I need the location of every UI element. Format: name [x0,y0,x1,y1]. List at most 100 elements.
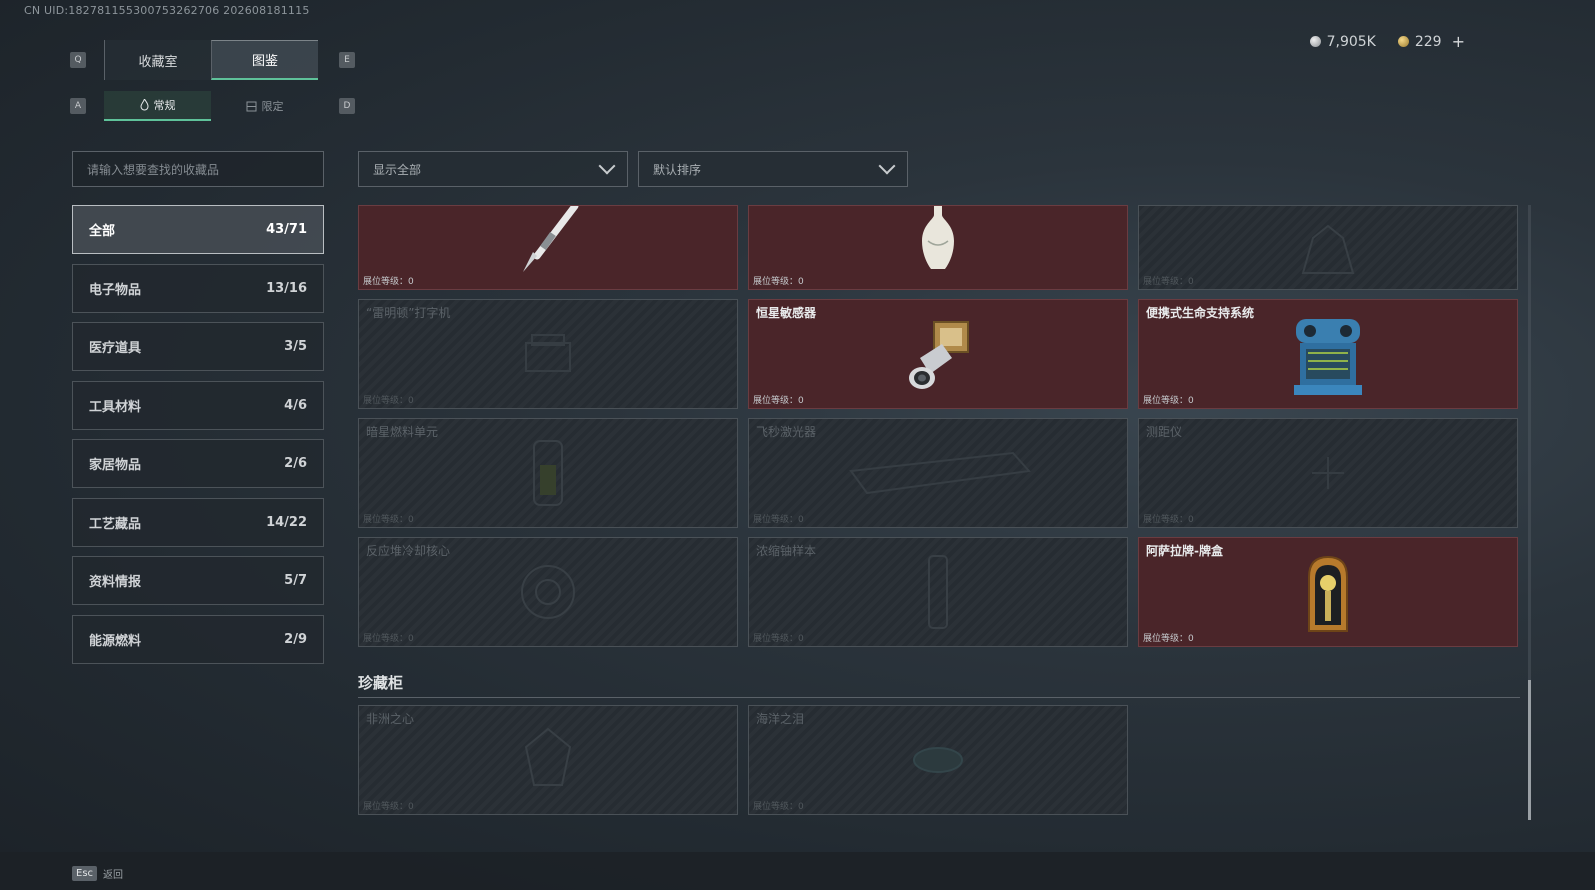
card-box-icon [1308,556,1348,633]
category-label: 医疗道具 [89,341,142,356]
user-id: CN UID:182781155300753262706 20260818111… [24,4,310,17]
display-level: 展位等级：0 [363,277,414,287]
tab-codex[interactable]: 图鉴 [211,40,318,80]
item-card[interactable]: 便携式生命支持系统 展位等级：0 [1138,299,1518,409]
box-icon [246,101,256,111]
silver-coin-icon [1309,36,1321,47]
item-name: 飞秒激光器 [756,425,817,439]
porcelain-vase-icon [922,206,954,270]
item-name: 测距仪 [1146,425,1183,439]
key-a-hint: A [70,98,86,114]
item-name: 反应堆冷却核心 [366,544,451,558]
category-energy[interactable]: 能源燃料 2/9 [72,614,324,664]
item-card[interactable]: 恒星敏感器 展位等级：0 [748,299,1128,409]
sub-tabs: 常规 限定 [104,91,318,121]
gold-currency: 229 + [1397,32,1465,51]
display-level: 展位等级：0 [1143,396,1194,406]
search-input[interactable]: 请输入想要查找的收藏品 [72,151,324,187]
category-label: 工具材料 [89,399,142,415]
tab-collection-room[interactable]: 收藏室 [104,40,211,80]
category-count: 43/71 [266,222,307,237]
category-count: 2/6 [284,456,307,471]
item-name: 阿萨拉牌-牌盒 [1146,544,1223,558]
item-card[interactable]: 反应堆冷却核心 展位等级：0 [358,537,738,647]
category-count: 2/9 [284,631,307,647]
item-card[interactable]: 暗星燃料单元 展位等级：0 [358,418,738,528]
key-e-hint: E [339,52,355,68]
key-q-hint: Q [70,52,86,68]
display-level: 展位等级：0 [363,802,414,812]
display-level: 展位等级：0 [753,515,804,525]
category-count: 13/16 [266,280,307,296]
display-level: 展位等级：0 [1143,277,1194,287]
display-level: 展位等级：0 [753,634,804,644]
category-electronics[interactable]: 电子物品 13/16 [72,263,324,313]
back-button[interactable]: Esc 返回 [72,866,123,881]
item-card[interactable]: 浓缩铀样本 展位等级：0 [748,537,1128,647]
display-level: 展位等级：0 [1143,634,1194,644]
treasure-card[interactable]: 非洲之心 展位等级：0 [358,705,738,815]
star-sensor-icon [909,321,969,390]
chevron-down-icon [598,157,616,175]
gold-amount: 229 [1414,33,1442,50]
item-card[interactable]: 阿萨拉牌-牌盒 展位等级：0 [1138,537,1518,647]
tab-regular-label: 常规 [153,99,176,112]
category-medical[interactable]: 医疗道具 3/5 [72,322,324,371]
item-name: 暗星燃料单元 [366,425,439,439]
category-label: 电子物品 [89,282,142,298]
fountain-pen-icon [523,206,579,273]
gem-icon [913,747,963,773]
item-card[interactable]: 飞秒激光器 展位等级：0 [748,418,1128,528]
flame-icon [139,99,149,111]
item-name: “雷明顿”打字机 [366,306,451,320]
add-currency-button[interactable]: + [1452,32,1465,51]
reactor-core-icon [521,565,575,619]
category-count: 4/6 [284,397,307,413]
category-household[interactable]: 家居物品 2/6 [72,439,324,488]
laser-icon [849,451,1031,495]
life-support-icon [1294,319,1362,396]
treasure-card[interactable]: 海洋之泪 展位等级：0 [748,705,1128,815]
rangefinder-icon [1312,457,1344,489]
chevron-down-icon [878,157,896,175]
key-d-hint: D [339,98,355,114]
scrollbar-thumb[interactable] [1528,680,1531,820]
fuel-cell-icon [533,440,563,506]
category-list: 全部 43/71 电子物品 13/16 医疗道具 3/5 工具材料 4/6 家居物品 2/… [72,205,324,673]
display-level: 展位等级：0 [363,396,414,406]
category-crafts[interactable]: 工艺藏品 14/22 [72,497,324,547]
section-title: 珍藏柜 [358,674,404,692]
display-level: 展位等级：0 [753,802,804,812]
category-all[interactable]: 全部 43/71 [72,205,324,254]
item-name: 恒星敏感器 [756,306,817,320]
gold-coin-icon [1397,36,1409,47]
item-card[interactable]: 测距仪 展位等级：0 [1138,418,1518,528]
tab-regular[interactable]: 常规 [104,91,211,121]
currency-bar: 7,905K 229 + [1309,32,1465,51]
item-card[interactable]: 展位等级：0 [358,205,738,290]
item-name: 浓缩铀样本 [756,544,817,558]
filter-dropdown-value: 显示全部 [373,162,422,177]
category-intel[interactable]: 资料情报 5/7 [72,556,324,605]
item-name: 便携式生命支持系统 [1146,306,1255,320]
back-label: 返回 [103,870,124,881]
filter-dropdown[interactable]: 显示全部 [358,151,628,187]
section-divider [358,697,1520,698]
item-card[interactable]: “雷明顿”打字机 展位等级：0 [358,299,738,409]
display-level: 展位等级：0 [1143,515,1194,525]
uranium-sample-icon [928,555,948,629]
category-label: 能源燃料 [89,633,142,649]
item-card[interactable]: 展位等级：0 [748,205,1128,290]
display-level: 展位等级：0 [363,634,414,644]
category-count: 5/7 [284,573,307,588]
category-label: 全部 [89,224,116,239]
diamond-icon [524,727,572,786]
display-level: 展位等级：0 [753,396,804,406]
tab-limited[interactable]: 限定 [211,91,318,121]
esc-key: Esc [72,866,98,881]
item-card[interactable]: 展位等级：0 [1138,205,1518,290]
category-label: 家居物品 [89,458,142,473]
category-tools[interactable]: 工具材料 4/6 [72,380,324,430]
sort-dropdown[interactable]: 默认排序 [638,151,908,187]
sort-dropdown-value: 默认排序 [653,162,702,177]
